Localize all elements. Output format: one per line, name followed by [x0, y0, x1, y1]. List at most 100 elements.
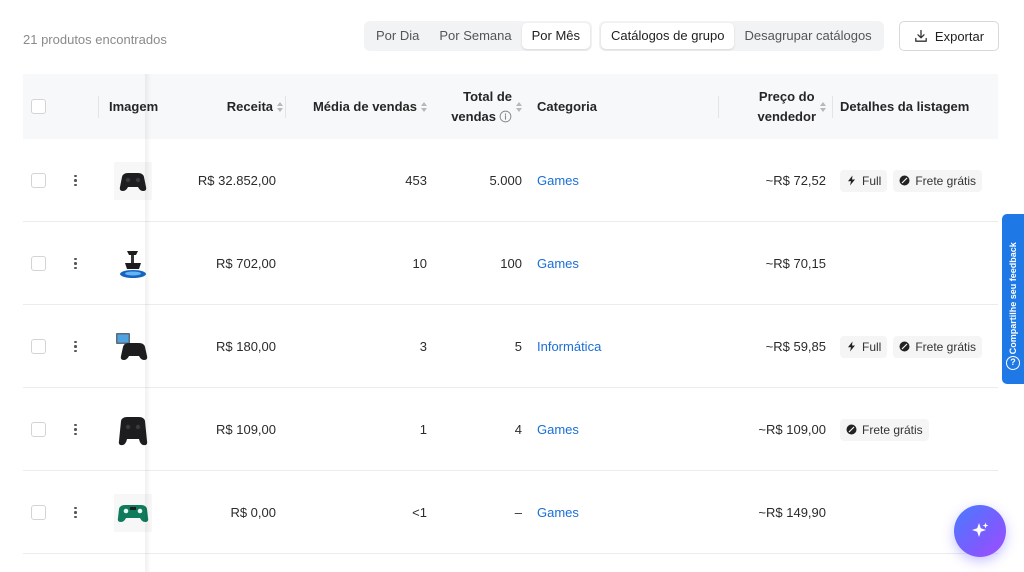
row-menu-cell: [74, 222, 77, 305]
table-row[interactable]: R$ 109,00 1 4 Games ~R$ 109,00 Frete grá…: [23, 388, 998, 471]
row-category-link[interactable]: Games: [537, 388, 579, 471]
sort-icon: [820, 101, 826, 112]
period-option-week[interactable]: Por Semana: [429, 23, 521, 49]
row-select-cell: [31, 139, 46, 222]
select-all-checkbox[interactable]: [31, 99, 46, 114]
table-row[interactable]: R$ 32.852,00 453 5.000 Games ~R$ 72,52 F…: [23, 139, 998, 222]
header-avg-sales[interactable]: Média de vendas: [293, 74, 427, 139]
sort-icon: [277, 101, 283, 112]
row-tags: Full Frete grátis: [840, 139, 988, 222]
lightning-icon: [848, 175, 855, 186]
export-label: Exportar: [934, 28, 985, 44]
row-checkbox[interactable]: [31, 256, 46, 271]
column-divider: [832, 96, 833, 118]
row-revenue: R$ 702,00: [216, 256, 276, 271]
tag-free-shipping: Frete grátis: [893, 335, 983, 358]
row-revenue: R$ 0,00: [230, 505, 276, 520]
info-icon[interactable]: [499, 110, 512, 123]
sort-icon: [516, 101, 522, 112]
row-category-link[interactable]: Games: [537, 222, 579, 305]
row-checkbox[interactable]: [31, 173, 46, 188]
row-seller-price: ~R$ 70,15: [765, 256, 826, 271]
row-avg-sales: 453: [405, 173, 427, 188]
row-checkbox[interactable]: [31, 505, 46, 520]
more-options-icon[interactable]: [74, 506, 77, 519]
feedback-label: Compartilhe seu feedback: [1008, 242, 1018, 355]
header-category: Categoria: [537, 98, 597, 114]
row-select-cell: [31, 388, 46, 471]
tag-free-shipping-label: Frete grátis: [915, 173, 977, 188]
header-seller-price[interactable]: Preço do vendedor: [723, 74, 826, 139]
catalog-selector: Catálogos de grupo Desagrupar catálogos: [599, 21, 884, 51]
feedback-tab[interactable]: Compartilhe seu feedback ?: [1002, 214, 1024, 384]
row-total-sales: 100: [500, 256, 522, 271]
row-menu-cell: [74, 139, 77, 222]
row-checkbox[interactable]: [31, 339, 46, 354]
header-seller-price-line1: Preço do: [758, 88, 815, 104]
header-seller-price-line2: vendedor: [757, 108, 816, 124]
more-options-icon[interactable]: [74, 423, 77, 436]
sort-icon: [421, 101, 427, 112]
row-category-link[interactable]: Games: [537, 139, 579, 222]
row-revenue: R$ 109,00: [216, 422, 276, 437]
row-menu-cell: [74, 388, 77, 471]
row-category-link[interactable]: Informática: [537, 305, 601, 388]
period-selector: Por Dia Por Semana Por Mês: [364, 21, 593, 51]
column-divider: [98, 96, 99, 118]
row-avg-sales: 1: [419, 422, 427, 437]
header-revenue[interactable]: Receita: [173, 74, 283, 139]
row-total-sales: 5.000: [489, 173, 522, 188]
header-seller-price-label: Preço do vendedor: [757, 87, 816, 127]
row-menu-cell: [74, 471, 77, 554]
period-option-month[interactable]: Por Mês: [521, 23, 591, 49]
tag-full-label: Full: [862, 339, 882, 354]
tag-free-shipping: Frete grátis: [893, 169, 983, 192]
header-listing-details: Detalhes da listagem: [840, 98, 970, 114]
help-icon: ?: [1006, 356, 1020, 370]
row-select-cell: [31, 222, 46, 305]
row-tags: Frete grátis: [840, 388, 935, 471]
tag-free-shipping-label: Frete grátis: [915, 339, 977, 354]
download-icon: [915, 29, 927, 42]
toolbar: 21 produtos encontrados Por Dia Por Sema…: [0, 0, 1024, 74]
header-total-sales-line2: vendas: [451, 108, 496, 124]
select-all-cell: [31, 74, 46, 139]
catalog-option-ungroup[interactable]: Desagrupar catálogos: [734, 23, 881, 49]
header-revenue-label: Receita: [226, 98, 273, 114]
header-total-sales-label: Total de vendas: [451, 87, 512, 127]
tag-full: Full: [840, 335, 888, 358]
row-revenue: R$ 32.852,00: [197, 173, 276, 188]
table-row[interactable]: R$ 180,00 3 5 Informática ~R$ 59,85 Full…: [23, 305, 998, 388]
more-options-icon[interactable]: [74, 174, 77, 187]
row-checkbox[interactable]: [31, 422, 46, 437]
row-total-sales: 4: [514, 422, 522, 437]
header-total-sales[interactable]: Total de vendas: [433, 74, 522, 139]
row-revenue: R$ 180,00: [216, 339, 276, 354]
table-row[interactable]: R$ 702,00 10 100 Games ~R$ 70,15: [23, 222, 998, 305]
more-options-icon[interactable]: [74, 340, 77, 353]
row-avg-sales: <1: [412, 505, 427, 520]
ai-assistant-button[interactable]: [954, 505, 1006, 557]
catalog-option-group[interactable]: Catálogos de grupo: [601, 23, 735, 49]
free-shipping-icon: [899, 341, 910, 352]
header-total-sales-line2-wrap: vendas: [451, 107, 512, 127]
row-seller-price: ~R$ 59,85: [765, 339, 826, 354]
frozen-column-shadow: [145, 74, 151, 572]
free-shipping-icon: [846, 424, 857, 435]
row-avg-sales: 3: [419, 339, 427, 354]
row-total-sales: 5: [514, 339, 522, 354]
row-select-cell: [31, 305, 46, 388]
more-options-icon[interactable]: [74, 257, 77, 270]
row-tags: Full Frete grátis: [840, 305, 988, 388]
row-menu-cell: [74, 305, 77, 388]
table-row[interactable]: R$ 0,00 <1 – Games ~R$ 149,90: [23, 471, 998, 554]
export-button[interactable]: Exportar: [899, 21, 999, 51]
column-divider: [285, 96, 286, 118]
row-seller-price: ~R$ 72,52: [765, 173, 826, 188]
row-category-link[interactable]: Games: [537, 471, 579, 554]
column-divider: [718, 96, 719, 118]
row-seller-price: ~R$ 149,90: [758, 505, 826, 520]
row-avg-sales: 10: [412, 256, 427, 271]
row-seller-price: ~R$ 109,00: [758, 422, 826, 437]
period-option-day[interactable]: Por Dia: [366, 23, 429, 49]
